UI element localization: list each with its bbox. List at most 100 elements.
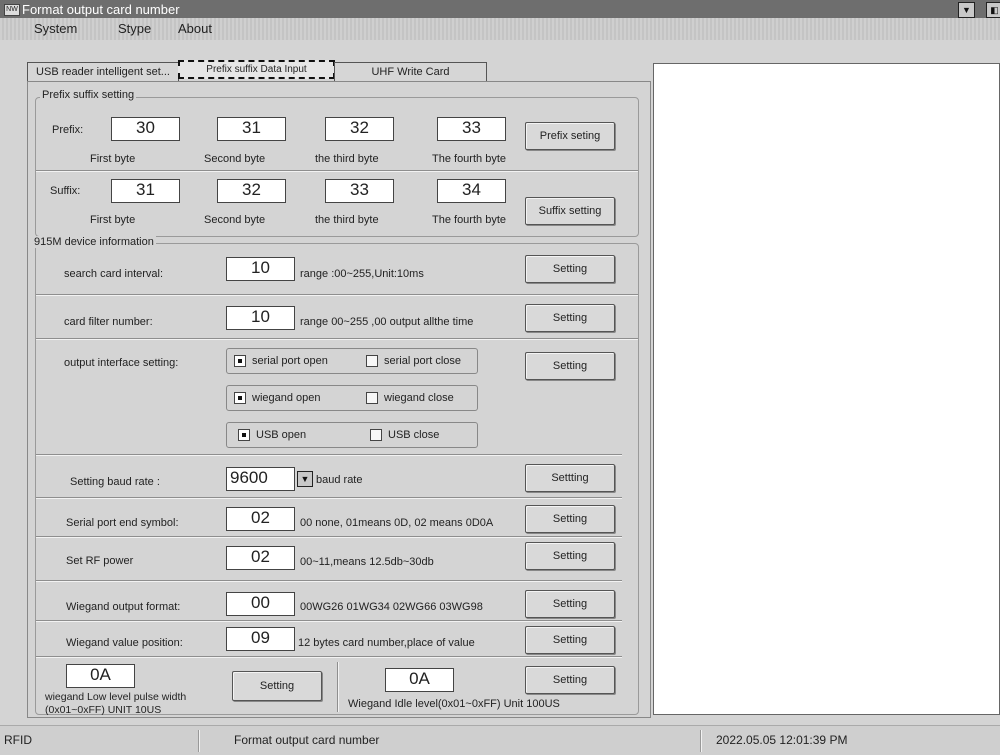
idle-level-setting-button[interactable]: Setting: [525, 666, 615, 694]
serial-close-label: serial port close: [384, 355, 462, 367]
rf-power-field[interactable]: 02: [226, 546, 295, 570]
filter-number-hint: range 00~255 ,00 output allthe time: [300, 316, 474, 328]
suffix-label: Suffix:: [50, 185, 81, 197]
app-icon: NW: [4, 4, 20, 16]
wiegand-format-field[interactable]: 00: [226, 592, 295, 616]
baud-rate-select[interactable]: 9600: [226, 467, 295, 491]
prefix-byte3-field[interactable]: 32: [325, 117, 394, 141]
wiegand-close-label: wiegand close: [384, 392, 454, 404]
end-symbol-label: Serial port end symbol:: [66, 517, 179, 529]
divider: [36, 338, 638, 340]
suffix-setting-button[interactable]: Suffix setting: [525, 197, 615, 225]
byte-label: First byte: [90, 153, 136, 165]
wiegand-position-setting-button[interactable]: Setting: [525, 626, 615, 654]
byte-label: The fourth byte: [432, 153, 506, 165]
menu-bar: System Stype About: [0, 18, 1000, 40]
baud-rate-label: Setting baud rate :: [70, 476, 160, 488]
device-info-caption: 915M device information: [32, 236, 156, 248]
usb-open-label: USB open: [256, 429, 307, 441]
divider: [36, 656, 622, 658]
wiegand-position-label: Wiegand value position:: [66, 637, 183, 649]
divider: [36, 620, 622, 622]
search-interval-setting-button[interactable]: Setting: [525, 255, 615, 283]
byte-label: The fourth byte: [432, 214, 506, 226]
tab-uhf-write-card[interactable]: UHF Write Card: [334, 62, 487, 81]
baud-rate-setting-button[interactable]: Settting: [525, 464, 615, 492]
wiegand-position-hint: 12 bytes card number,place of value: [298, 637, 475, 649]
filter-number-label: card filter number:: [64, 316, 153, 328]
divider: [198, 730, 200, 752]
status-bar: RFID Format output card number 2022.05.0…: [0, 725, 1000, 755]
status-datetime: 2022.05.05 12:01:39 PM: [716, 733, 848, 747]
filter-number-field[interactable]: 10: [226, 306, 295, 330]
prefix-byte4-field[interactable]: 33: [437, 117, 506, 141]
wiegand-format-hint: 00WG26 01WG34 02WG66 03WG98: [300, 601, 483, 613]
divider: [700, 730, 702, 752]
end-symbol-setting-button[interactable]: Setting: [525, 505, 615, 533]
usb-open-checkbox[interactable]: [238, 429, 250, 441]
output-interface-setting-button[interactable]: Setting: [525, 352, 615, 380]
window-title: Format output card number: [22, 2, 180, 17]
wiegand-format-setting-button[interactable]: Setting: [525, 590, 615, 618]
serial-open-label: serial port open: [252, 355, 328, 367]
serial-close-checkbox[interactable]: [366, 355, 378, 367]
prefix-byte2-field[interactable]: 31: [217, 117, 286, 141]
search-interval-label: search card interval:: [64, 268, 164, 280]
divider: [36, 454, 622, 456]
divider: [36, 170, 638, 172]
suffix-byte1-field[interactable]: 31: [111, 179, 180, 203]
search-interval-hint: range :00~255,Unit:10ms: [300, 268, 424, 280]
wiegand-position-field[interactable]: 09: [226, 627, 295, 651]
byte-label: First byte: [90, 214, 136, 226]
suffix-byte3-field[interactable]: 33: [325, 179, 394, 203]
byte-label: the third byte: [315, 214, 379, 226]
rf-power-hint: 00~11,means 12.5db~30db: [300, 556, 434, 568]
suffix-byte4-field[interactable]: 34: [437, 179, 506, 203]
low-pulse-range-label: (0x01~0xFF) UNIT 10US: [45, 704, 162, 716]
prefix-setting-button[interactable]: Prefix seting: [525, 122, 615, 150]
serial-open-checkbox[interactable]: [234, 355, 246, 367]
status-left: RFID: [4, 733, 32, 747]
menu-about[interactable]: About: [178, 21, 212, 36]
idle-level-field[interactable]: 0A: [385, 668, 454, 692]
tab-usb-reader[interactable]: USB reader intelligent set...: [27, 62, 179, 81]
status-message: Format output card number: [234, 733, 380, 747]
tab-prefix-suffix[interactable]: Prefix suffix Data Input: [178, 60, 335, 79]
baud-rate-unit: baud rate: [316, 474, 363, 486]
window-control-icon[interactable]: ◧: [986, 2, 1000, 18]
chevron-down-icon[interactable]: ▼: [297, 471, 313, 487]
wiegand-open-label: wiegand open: [252, 392, 321, 404]
wiegand-close-checkbox[interactable]: [366, 392, 378, 404]
idle-level-label: Wiegand Idle level(0x01~0xFF) Unit 100US: [348, 698, 560, 710]
vertical-divider: [337, 662, 339, 712]
rf-power-setting-button[interactable]: Setting: [525, 542, 615, 570]
usb-close-label: USB close: [388, 429, 440, 441]
byte-label: Second byte: [204, 214, 266, 226]
prefix-byte1-field[interactable]: 30: [111, 117, 180, 141]
filter-number-setting-button[interactable]: Setting: [525, 304, 615, 332]
low-pulse-field[interactable]: 0A: [66, 664, 135, 688]
byte-label: Second byte: [204, 153, 266, 165]
rf-power-label: Set RF power: [66, 555, 134, 567]
suffix-byte2-field[interactable]: 32: [217, 179, 286, 203]
search-interval-field[interactable]: 10: [226, 257, 295, 281]
divider: [36, 536, 622, 538]
low-pulse-setting-button[interactable]: Setting: [232, 671, 322, 701]
end-symbol-hint: 00 none, 01means 0D, 02 means 0D0A: [300, 517, 494, 529]
divider: [36, 580, 622, 582]
wiegand-format-label: Wiegand output format:: [66, 601, 181, 613]
title-bar: NW Format output card number ▼ ◧: [0, 0, 1000, 18]
end-symbol-field[interactable]: 02: [226, 507, 295, 531]
byte-label: the third byte: [315, 153, 379, 165]
usb-close-checkbox[interactable]: [370, 429, 382, 441]
low-pulse-label: wiegand Low level pulse width: [45, 691, 187, 703]
prefix-label: Prefix:: [52, 124, 84, 136]
menu-stype[interactable]: Stype: [118, 21, 151, 36]
output-interface-label: output interface setting:: [64, 357, 179, 369]
prefix-suffix-caption: Prefix suffix setting: [40, 89, 137, 101]
minimize-dropdown-icon[interactable]: ▼: [958, 2, 975, 18]
output-text-area[interactable]: [653, 63, 1000, 715]
menu-system[interactable]: System: [34, 21, 77, 36]
divider: [36, 497, 622, 499]
wiegand-open-checkbox[interactable]: [234, 392, 246, 404]
